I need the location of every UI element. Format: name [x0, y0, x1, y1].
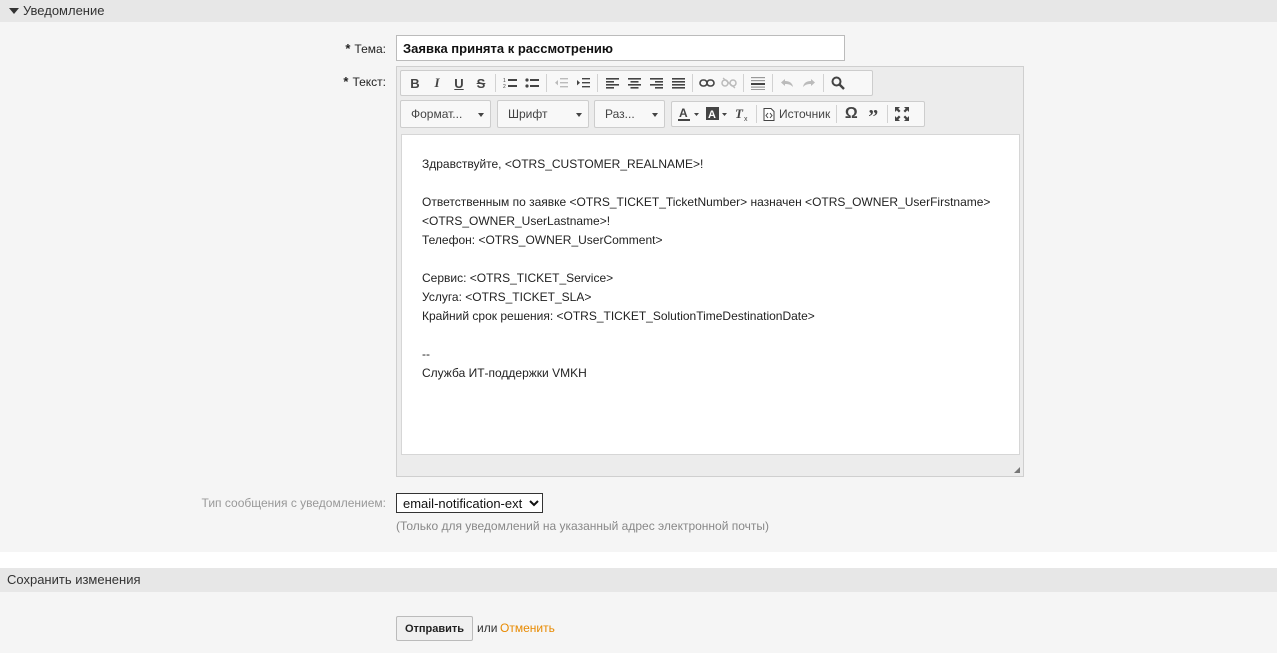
body-line: Услуга: <OTRS_TICKET_SLA>: [422, 290, 592, 304]
align-right-icon[interactable]: [645, 72, 667, 94]
toolbar-separator: [597, 74, 598, 92]
editor-toolbar-row-1: B I U S 12: [400, 70, 873, 96]
editor-toolbar-row-2: A A Tx Источник Ω ”: [671, 101, 925, 128]
source-document-icon: [763, 107, 775, 121]
align-center-icon[interactable]: [623, 72, 645, 94]
collapse-triangle-icon[interactable]: [9, 8, 19, 15]
message-type-label: Тип сообщения с уведомлением:: [201, 496, 386, 510]
chevron-down-icon: [478, 113, 484, 117]
required-mark: *: [345, 41, 351, 56]
text-label: * Текст:: [343, 74, 386, 89]
body-line: --: [422, 347, 430, 361]
message-type-hint: (Только для уведомлений на указанный адр…: [396, 519, 770, 533]
svg-text:2: 2: [503, 84, 506, 89]
or-text: или: [477, 621, 498, 635]
message-type-select[interactable]: email-notification-ext: [396, 493, 543, 513]
rich-text-editor: B I U S 12 Формат... Шрифт Раз... A A T …: [396, 66, 1024, 477]
unlink-icon[interactable]: [718, 72, 740, 94]
body-line: [422, 174, 999, 193]
toolbar-separator: [495, 74, 496, 92]
toolbar-separator: [772, 74, 773, 92]
search-icon[interactable]: [827, 72, 849, 94]
toolbar-separator: [836, 105, 838, 123]
outdent-icon[interactable]: [550, 72, 572, 94]
undo-icon[interactable]: [776, 72, 798, 94]
body-line: [422, 250, 999, 269]
italic-icon[interactable]: I: [426, 72, 448, 94]
chevron-down-icon: [576, 113, 582, 117]
format-combo[interactable]: Формат...: [400, 100, 491, 128]
notification-section-header[interactable]: Уведомление: [0, 0, 1277, 22]
align-left-icon[interactable]: [601, 72, 623, 94]
font-combo[interactable]: Шрифт: [497, 100, 589, 128]
bulleted-list-icon[interactable]: [521, 72, 543, 94]
horizontal-line-icon[interactable]: [747, 72, 769, 94]
svg-text:A: A: [679, 107, 688, 120]
toolbar-separator: [887, 105, 889, 123]
numbered-list-icon[interactable]: 12: [499, 72, 521, 94]
redo-icon[interactable]: [798, 72, 820, 94]
svg-text:A: A: [708, 109, 716, 121]
body-line: Ответственным по заявке <OTRS_TICKET_Tic…: [422, 195, 991, 209]
save-panel: [0, 592, 1277, 653]
body-line: Здравствуйте, <OTRS_CUSTOMER_REALNAME>!: [422, 157, 704, 171]
svg-text:x: x: [744, 116, 748, 121]
blockquote-icon[interactable]: ”: [862, 103, 884, 128]
submit-button[interactable]: Отправить: [396, 616, 473, 641]
strikethrough-icon[interactable]: S: [470, 72, 492, 94]
resize-handle-icon[interactable]: [1014, 467, 1020, 473]
toolbar-separator: [692, 74, 693, 92]
svg-text:T: T: [735, 107, 744, 121]
save-section-title: Сохранить изменения: [7, 572, 141, 587]
notification-section-title: Уведомление: [23, 3, 105, 18]
cancel-link[interactable]: Отменить: [500, 621, 555, 635]
chevron-down-icon: [652, 113, 658, 117]
text-color-icon[interactable]: A: [675, 103, 703, 125]
body-line: Телефон: <OTRS_OWNER_UserComment>: [422, 233, 663, 247]
indent-icon[interactable]: [572, 72, 594, 94]
toolbar-separator: [743, 74, 744, 92]
maximize-icon[interactable]: [891, 103, 913, 125]
toolbar-separator: [823, 74, 824, 92]
body-line: [422, 326, 999, 345]
background-color-icon[interactable]: A: [703, 103, 731, 125]
toolbar-separator: [546, 74, 547, 92]
save-section-header: Сохранить изменения: [0, 568, 1277, 592]
source-button[interactable]: Источник: [760, 103, 833, 125]
link-icon[interactable]: [696, 72, 718, 94]
remove-format-icon[interactable]: Tx: [731, 103, 753, 125]
align-justify-icon[interactable]: [667, 72, 689, 94]
special-character-icon[interactable]: Ω: [840, 103, 862, 125]
body-line: Крайний срок решения: <OTRS_TICKET_Solut…: [422, 309, 815, 323]
toolbar-separator: [756, 105, 757, 123]
size-combo[interactable]: Раз...: [594, 100, 665, 128]
underline-icon[interactable]: U: [448, 72, 470, 94]
body-line: <OTRS_OWNER_UserLastname>!: [422, 214, 611, 228]
subject-label: * Тема:: [345, 41, 386, 56]
subject-input[interactable]: [396, 35, 845, 61]
editor-content-area[interactable]: Здравствуйте, <OTRS_CUSTOMER_REALNAME>! …: [401, 134, 1020, 455]
required-mark: *: [343, 74, 349, 89]
bold-icon[interactable]: B: [404, 72, 426, 94]
body-line: Служба ИТ-поддержки VMKH: [422, 366, 587, 380]
body-line: Сервис: <OTRS_TICKET_Service>: [422, 271, 614, 285]
